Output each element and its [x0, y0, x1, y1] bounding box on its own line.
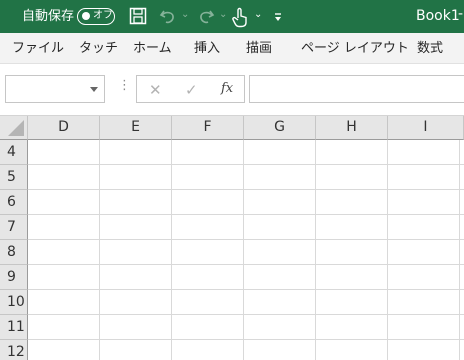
undo-icon[interactable] — [158, 6, 178, 30]
tab-touch[interactable]: タッチ — [79, 40, 118, 57]
row-header-6[interactable]: 6 — [0, 190, 28, 215]
touch-dropdown-icon[interactable]: ⌄ — [254, 9, 262, 20]
column-header-f[interactable]: F — [172, 116, 244, 140]
column-header-d[interactable]: D — [28, 116, 100, 140]
toggle-state-label: オフ — [93, 10, 113, 21]
customize-toolbar-icon[interactable] — [272, 9, 284, 28]
document-title: Book1 — [416, 8, 460, 24]
row-header-5[interactable]: 5 — [0, 165, 28, 190]
row-header-12[interactable]: 12 — [0, 340, 28, 360]
autosave-label: 自動保存 — [22, 9, 75, 24]
tab-page-layout[interactable]: ページ レイアウト — [301, 40, 409, 57]
formula-buttons: ✕ ✓ fx — [136, 75, 245, 103]
cancel-icon[interactable]: ✕ — [149, 81, 162, 99]
row-header-9[interactable]: 9 — [0, 265, 28, 290]
column-header-e[interactable]: E — [100, 116, 172, 140]
select-all-corner[interactable] — [0, 116, 28, 140]
formula-bar-area: ⋮ ✕ ✓ fx — [0, 64, 464, 116]
title-separator: - — [458, 6, 464, 22]
column-header-g[interactable]: G — [244, 116, 316, 140]
tab-insert[interactable]: 挿入 — [194, 40, 220, 57]
tab-draw[interactable]: 描画 — [246, 40, 272, 57]
tab-formulas[interactable]: 数式 — [417, 40, 443, 57]
resize-handle-icon[interactable]: ⋮ — [118, 78, 131, 93]
redo-dropdown-icon[interactable]: ⌄ — [219, 9, 227, 20]
row-header-10[interactable]: 10 — [0, 290, 28, 315]
cell-grid[interactable] — [28, 140, 464, 360]
tab-home[interactable]: ホーム — [133, 40, 172, 57]
column-header-h[interactable]: H — [316, 116, 388, 140]
title-bar: 自動保存 オフ ⌄ ⌄ ⌄ Book1 - — [0, 0, 464, 33]
row-header-8[interactable]: 8 — [0, 240, 28, 265]
autosave-toggle[interactable]: オフ — [77, 8, 115, 25]
tab-file[interactable]: ファイル — [12, 40, 64, 57]
name-box-dropdown-icon[interactable] — [90, 87, 98, 92]
row-header-7[interactable]: 7 — [0, 215, 28, 240]
save-icon[interactable] — [128, 6, 148, 30]
select-all-icon — [8, 120, 24, 136]
ribbon-tabs: ファイル タッチ ホーム 挿入 描画 ページ レイアウト 数式 — [0, 33, 464, 64]
formula-input[interactable] — [249, 75, 464, 103]
row-header-4[interactable]: 4 — [0, 140, 28, 165]
touch-mode-icon[interactable] — [230, 6, 250, 32]
row-header-11[interactable]: 11 — [0, 315, 28, 340]
toggle-knob — [82, 12, 90, 20]
enter-icon[interactable]: ✓ — [185, 81, 198, 99]
redo-icon[interactable] — [196, 6, 216, 30]
insert-function-icon[interactable]: fx — [221, 81, 233, 96]
column-header-i[interactable]: I — [388, 116, 464, 140]
name-box[interactable] — [5, 75, 105, 103]
undo-dropdown-icon[interactable]: ⌄ — [181, 9, 189, 20]
